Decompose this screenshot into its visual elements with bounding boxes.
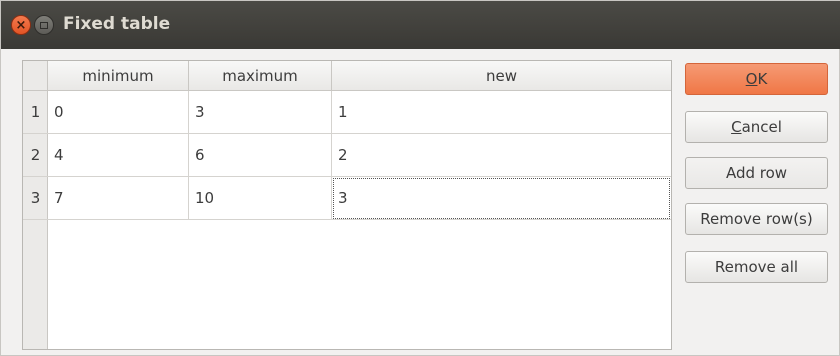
table-cell[interactable]: 3 bbox=[189, 91, 332, 134]
ok-button[interactable]: OK bbox=[685, 63, 828, 95]
ok-label: K bbox=[757, 70, 768, 88]
row-header-2[interactable]: 2 bbox=[23, 134, 48, 177]
table-cell[interactable]: 4 bbox=[48, 134, 189, 177]
row-header-column: 1 2 3 bbox=[23, 91, 48, 349]
table-cell-focused[interactable]: 3 bbox=[332, 177, 671, 220]
remove-rows-button[interactable]: Remove row(s) bbox=[685, 203, 828, 235]
column-header-new[interactable]: new bbox=[332, 61, 671, 91]
maximize-icon[interactable] bbox=[34, 15, 54, 35]
table-cell[interactable]: 2 bbox=[332, 134, 671, 177]
close-icon[interactable]: × bbox=[11, 15, 31, 35]
table-cell[interactable]: 7 bbox=[48, 177, 189, 220]
table-cell[interactable]: 10 bbox=[189, 177, 332, 220]
remove-all-button[interactable]: Remove all bbox=[685, 251, 828, 283]
table-cell[interactable]: 0 bbox=[48, 91, 189, 134]
cancel-button[interactable]: Cancel bbox=[685, 111, 828, 143]
row-header-3[interactable]: 3 bbox=[23, 177, 48, 220]
title-bar: × Fixed table bbox=[1, 1, 840, 49]
cancel-mnemonic: C bbox=[731, 118, 742, 136]
cancel-label: ancel bbox=[741, 118, 782, 136]
column-header-minimum[interactable]: minimum bbox=[48, 61, 189, 91]
table-cell[interactable]: 6 bbox=[189, 134, 332, 177]
window-title: Fixed table bbox=[63, 14, 171, 34]
row-header-1[interactable]: 1 bbox=[23, 91, 48, 134]
fixed-table-dialog: × Fixed table minimum maximum new 1 2 3 … bbox=[0, 0, 840, 356]
table-cell[interactable]: 1 bbox=[332, 91, 671, 134]
table-corner[interactable] bbox=[23, 61, 48, 91]
add-row-button[interactable]: Add row bbox=[685, 157, 828, 189]
fixed-table[interactable]: minimum maximum new 1 2 3 0 3 1 4 6 2 7 … bbox=[22, 60, 672, 350]
ok-mnemonic: O bbox=[745, 70, 758, 88]
column-header-maximum[interactable]: maximum bbox=[189, 61, 332, 91]
